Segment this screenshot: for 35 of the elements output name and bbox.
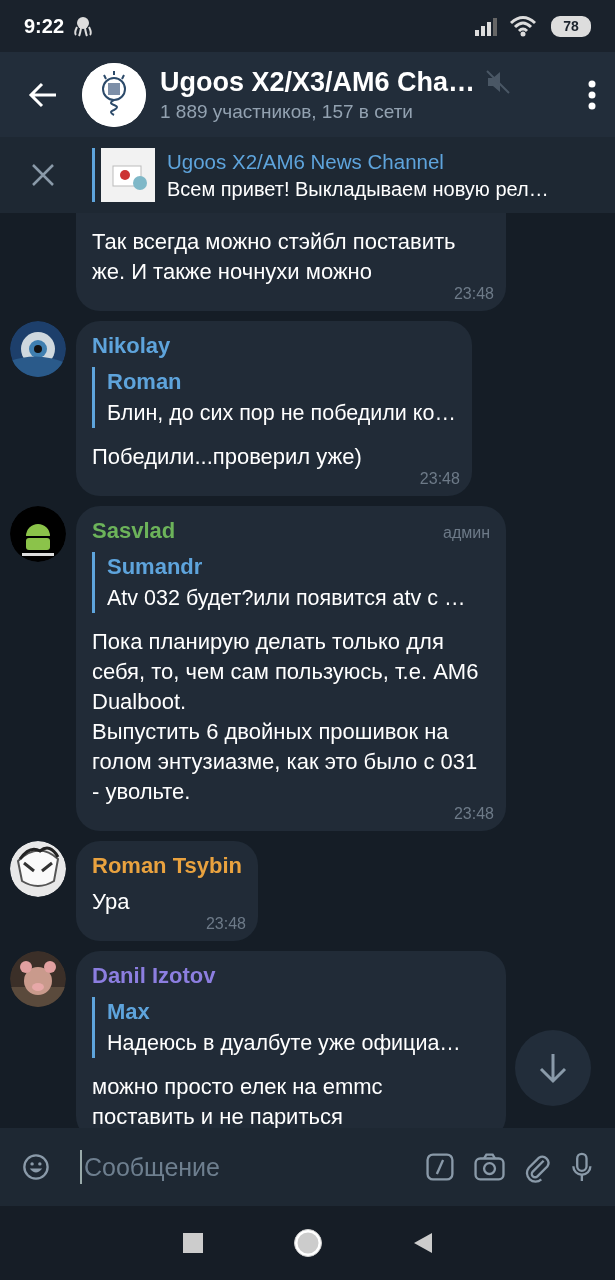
more-icon[interactable] <box>587 79 597 110</box>
sender-name[interactable]: Nikolay <box>92 333 171 359</box>
reply-quote[interactable]: Roman Блин, до сих пор не победили ко… <box>92 367 456 428</box>
close-icon[interactable] <box>30 162 56 188</box>
sender-name[interactable]: Danil Izotov <box>92 963 216 989</box>
message-time: 23:48 <box>453 805 494 823</box>
battery-indicator: 78 <box>551 15 591 37</box>
message-bubble[interactable]: Так всегда можно стэйбл поставить же. И также ночнухи можно 23:48 <box>76 213 506 311</box>
reply-quote[interactable]: Sumandr Atv 032 будет?или появится atv с … <box>92 552 490 613</box>
sender-name[interactable]: Sasvlad <box>92 518 176 544</box>
message-text: Ура <box>92 888 131 916</box>
channel-avatar[interactable] <box>82 62 146 127</box>
message-text: Победили...проверил уже) <box>92 443 363 471</box>
message-bubble[interactable]: Danil Izotov Max Надеюсь в дуалбуте уже официа… можно просто елек на emmc поставить и не париться <box>76 951 506 1128</box>
chat-title: Ugoos X2/X3/AM6 Cha… <box>160 66 476 98</box>
wifi-icon <box>509 15 537 37</box>
message-text: Так всегда можно стэйбл поставить же. И также ночнухи можно <box>92 228 457 286</box>
sender-name[interactable]: Roman Tsybin <box>92 853 242 879</box>
message-time: 23:48 <box>205 915 246 933</box>
home-icon[interactable] <box>292 1228 323 1258</box>
clock: 9:22 <box>24 14 65 38</box>
message-bubble[interactable]: Roman Tsybin Ура 23:48 <box>76 841 258 941</box>
reply-quote[interactable]: Max Надеюсь в дуалбуте уже официа… <box>92 997 490 1058</box>
message-time: 23:48 <box>453 285 494 303</box>
member-count: 1 889 участников, 157 в сети <box>160 100 414 123</box>
arrow-down-icon <box>538 1052 568 1084</box>
message-time: 23:48 <box>419 470 460 488</box>
back-nav-icon[interactable] <box>412 1232 433 1254</box>
message-text: можно просто елек на emmc поставить и не париться <box>92 1073 384 1128</box>
recents-icon[interactable] <box>182 1233 203 1253</box>
message-bubble[interactable] <box>76 506 506 831</box>
message-bubble[interactable]: Nikolay Roman Блин, до сих пор не победили ко… Победили...проверил уже) 23:48 <box>76 321 472 496</box>
octopus-icon <box>72 15 95 37</box>
admin-label: админ <box>443 524 490 542</box>
message-text: Пока планирую делать только для себя, то, чем сам пользуюсь, т.е. AM6 Dualboot. Выпустить 6 двойных прошивок на голом энтузиазме, как это было с 031 - увольте. <box>92 628 480 806</box>
